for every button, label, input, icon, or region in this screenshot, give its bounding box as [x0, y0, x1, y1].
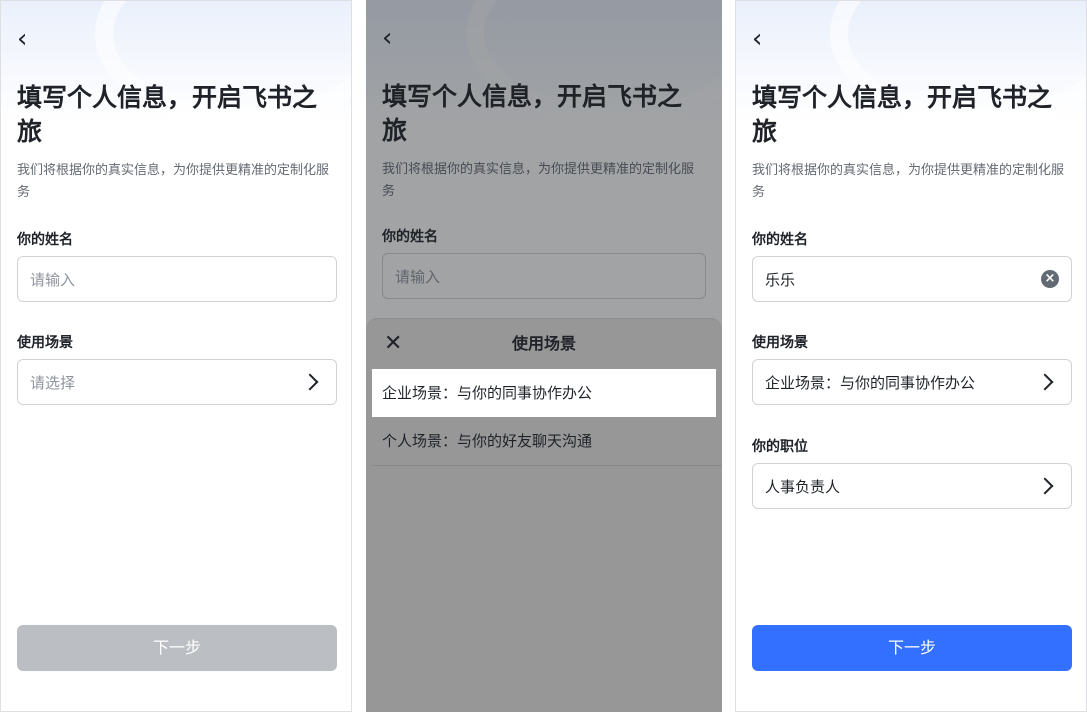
screen-empty-form: ‹ 填写个人信息，开启飞书之旅 我们将根据你的真实信息，为你提供更精准的定制化服…	[0, 0, 352, 712]
back-button[interactable]: ‹	[752, 25, 776, 53]
screen-filled-form: ‹ 填写个人信息，开启飞书之旅 我们将根据你的真实信息，为你提供更精准的定制化服…	[735, 0, 1087, 712]
scene-select[interactable]: 企业场景：与你的同事协作办公	[752, 359, 1072, 405]
scene-label: 使用场景	[752, 335, 808, 351]
name-input[interactable]: 乐乐 ×	[752, 256, 1072, 302]
name-label: 你的姓名	[752, 232, 808, 248]
chevron-right-icon	[301, 373, 319, 391]
page-subtitle: 我们将根据你的真实信息，为你提供更精准的定制化服务	[752, 163, 1065, 200]
scene-bottom-sheet: ✕ 使用场景 企业场景：与你的同事协作办公 个人场景：与你的好友聊天沟通	[366, 318, 722, 712]
screen-scene-picker: ‹ 填写个人信息，开启飞书之旅 我们将根据你的真实信息，为你提供更精准的定制化服…	[366, 0, 722, 712]
name-input[interactable]: 请输入	[17, 256, 337, 302]
position-label: 你的职位	[752, 439, 808, 455]
name-placeholder: 请输入	[30, 270, 76, 289]
back-button[interactable]: ‹	[17, 25, 41, 53]
position-select[interactable]: 人事负责人	[752, 463, 1072, 509]
chevron-left-icon: ‹	[752, 24, 763, 54]
chevron-right-icon	[1036, 373, 1054, 391]
sheet-header: ✕ 使用场景	[366, 329, 722, 359]
option-personal-scene[interactable]: 个人场景：与你的好友聊天沟通	[372, 417, 716, 465]
name-value: 乐乐	[765, 270, 796, 289]
scene-select[interactable]: 请选择	[17, 359, 337, 405]
position-value: 人事负责人	[765, 477, 841, 496]
scene-placeholder: 请选择	[30, 373, 76, 392]
name-label: 你的姓名	[17, 232, 73, 248]
next-button[interactable]: 下一步	[17, 625, 337, 671]
chevron-right-icon	[1036, 477, 1054, 495]
page-title: 填写个人信息，开启飞书之旅	[17, 83, 318, 146]
next-button[interactable]: 下一步	[752, 625, 1072, 671]
scene-label: 使用场景	[17, 335, 73, 351]
clear-icon[interactable]: ×	[1041, 270, 1059, 288]
chevron-left-icon: ‹	[17, 24, 28, 54]
page-title: 填写个人信息，开启飞书之旅	[752, 83, 1053, 146]
option-divider	[372, 465, 722, 466]
page-subtitle: 我们将根据你的真实信息，为你提供更精准的定制化服务	[17, 163, 330, 200]
sheet-title: 使用场景	[511, 334, 576, 353]
option-enterprise-scene[interactable]: 企业场景：与你的同事协作办公	[372, 369, 716, 417]
scene-value: 企业场景：与你的同事协作办公	[765, 373, 976, 392]
